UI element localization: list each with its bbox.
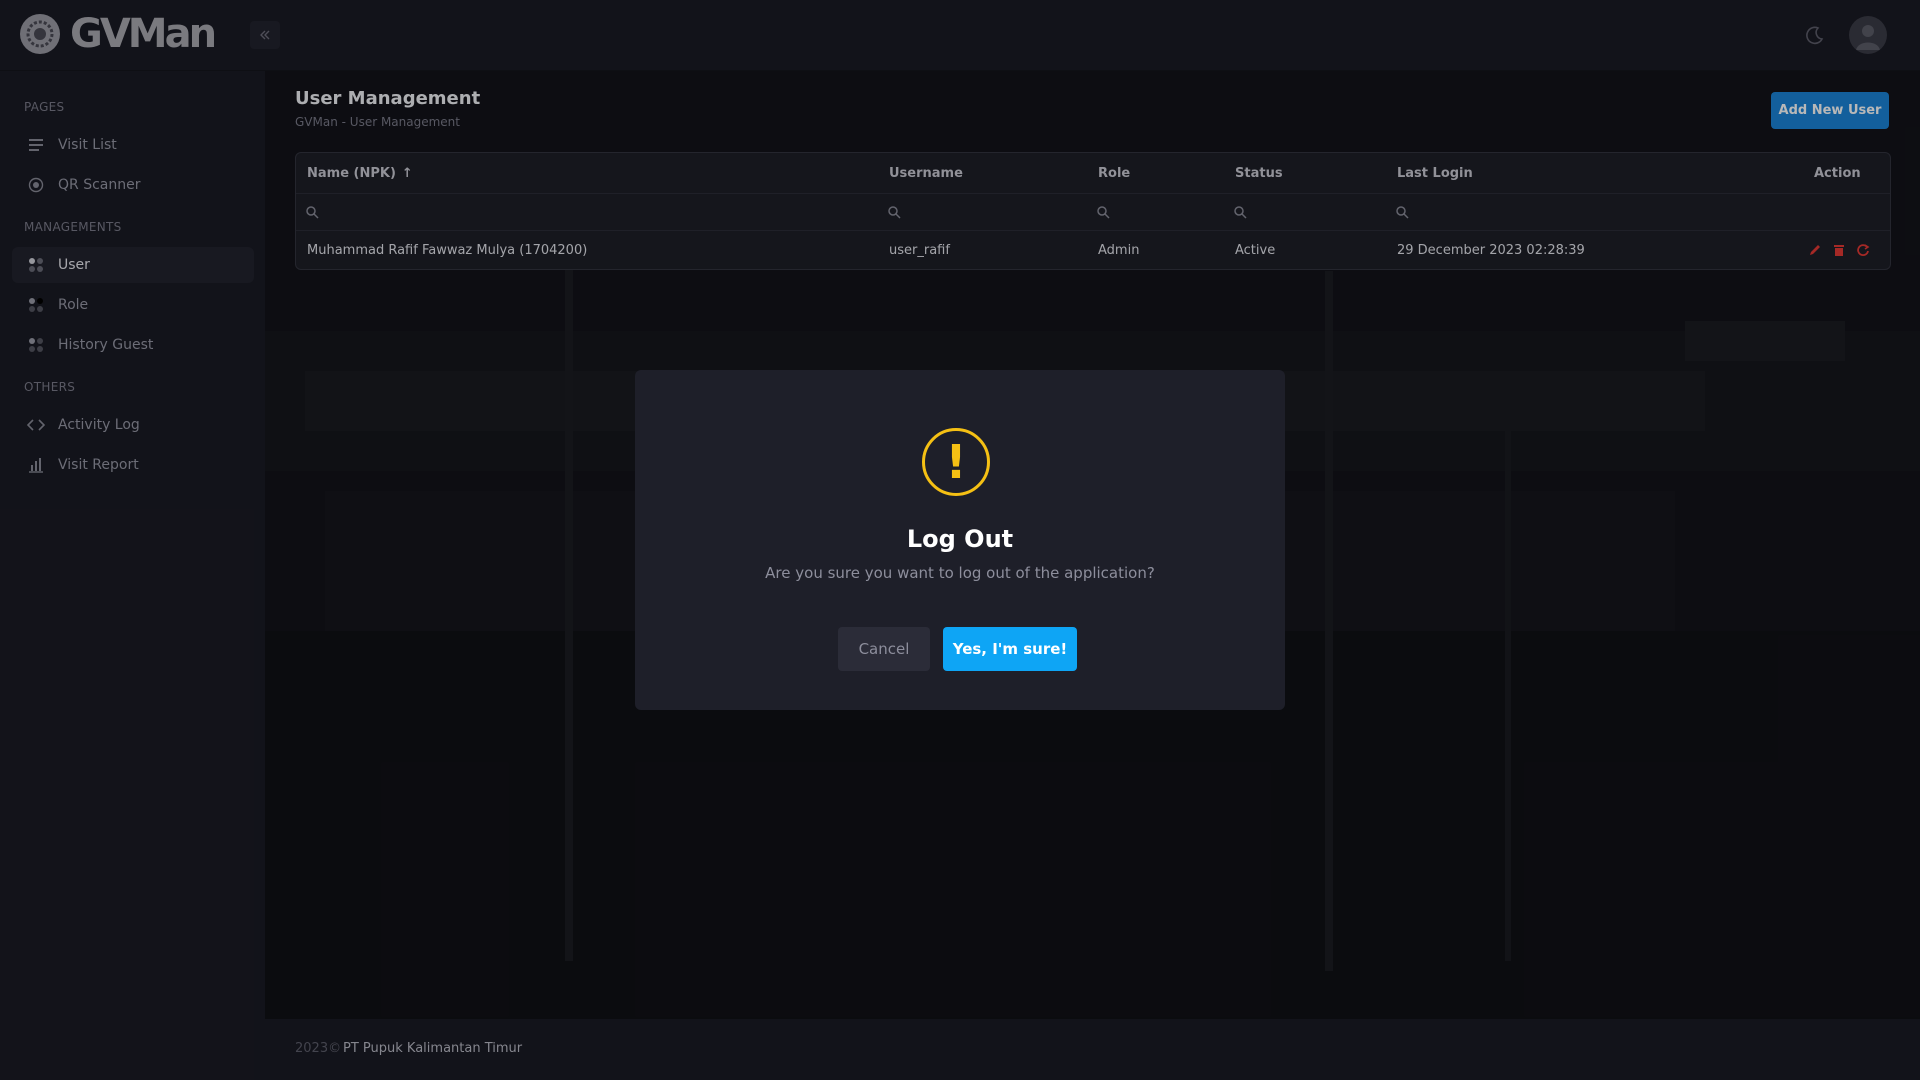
confirm-logout-button[interactable]: Yes, I'm sure!: [943, 627, 1077, 671]
cancel-button[interactable]: Cancel: [838, 627, 930, 671]
logout-confirm-dialog: ! Log Out Are you sure you want to log o…: [635, 370, 1285, 710]
dialog-message: Are you sure you want to log out of the …: [765, 564, 1155, 582]
warning-icon: !: [922, 428, 990, 496]
dialog-title: Log Out: [906, 525, 1014, 553]
